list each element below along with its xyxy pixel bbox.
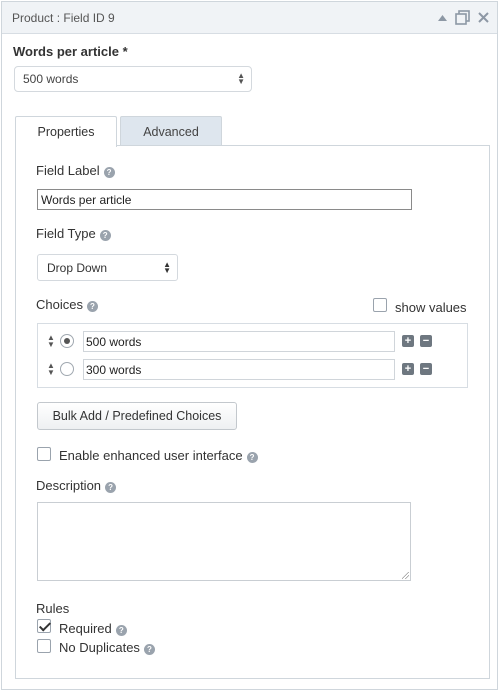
- no-duplicates-checkbox[interactable]: [37, 639, 51, 653]
- field-label-input[interactable]: Words per article: [37, 189, 412, 210]
- help-icon[interactable]: ?: [143, 644, 155, 655]
- resize-handle-icon[interactable]: [402, 572, 409, 579]
- bulk-add-button[interactable]: Bulk Add / Predefined Choices: [37, 402, 237, 430]
- field-label-text: Field Label: [36, 163, 100, 178]
- no-duplicates-heading: No Duplicates?: [59, 640, 155, 655]
- show-values-label: show values: [395, 300, 467, 315]
- panel-title: Product : Field ID 9: [12, 11, 115, 25]
- help-icon[interactable]: ?: [99, 230, 111, 241]
- tab-properties[interactable]: Properties: [15, 116, 117, 147]
- enhanced-ui-heading: Enable enhanced user interface?: [59, 448, 258, 463]
- default-choice-radio[interactable]: [60, 362, 74, 376]
- delete-icon[interactable]: [478, 12, 489, 23]
- help-icon[interactable]: ?: [103, 167, 115, 178]
- description-text: Description: [36, 478, 102, 493]
- choice-text: 500 words: [86, 335, 142, 349]
- select-arrows-icon: ▲ ▼: [163, 260, 171, 275]
- rules-heading: Rules: [36, 601, 70, 616]
- description-heading: Description?: [36, 478, 117, 493]
- duplicate-icon[interactable]: [455, 10, 470, 25]
- field-type-heading: Field Type?: [36, 226, 111, 241]
- choice-text: 300 words: [86, 363, 142, 377]
- field-settings-panel: Product : Field ID 9 Words per article *…: [1, 1, 498, 690]
- remove-choice-icon[interactable]: −: [420, 363, 432, 375]
- field-type-select[interactable]: Drop Down ▲ ▼: [37, 254, 178, 281]
- choices-text: Choices: [36, 297, 83, 312]
- drag-handle-icon[interactable]: ▲ ▼: [47, 362, 55, 377]
- choice-row: ▲ ▼ 300 words + −: [38, 359, 467, 381]
- tab-advanced[interactable]: Advanced: [120, 116, 222, 146]
- add-choice-icon[interactable]: +: [402, 335, 414, 347]
- help-icon[interactable]: ?: [246, 452, 258, 463]
- field-type-value: Drop Down: [47, 261, 108, 275]
- choices-list: ▲ ▼ 500 words + − ▲ ▼ 300 words + −: [37, 323, 468, 388]
- choice-row: ▲ ▼ 500 words + −: [38, 331, 467, 353]
- choice-text-input[interactable]: 300 words: [83, 359, 395, 380]
- add-choice-icon[interactable]: +: [402, 363, 414, 375]
- help-icon[interactable]: ?: [105, 482, 117, 493]
- required-checkbox[interactable]: [37, 619, 51, 633]
- show-values-checkbox[interactable]: [373, 298, 387, 312]
- enhanced-ui-checkbox[interactable]: [37, 447, 51, 461]
- remove-choice-icon[interactable]: −: [420, 335, 432, 347]
- required-label: Required: [59, 621, 112, 636]
- no-duplicates-label: No Duplicates: [59, 640, 140, 655]
- preview-selected-value: 500 words: [23, 72, 79, 86]
- help-icon[interactable]: ?: [86, 301, 98, 312]
- help-icon[interactable]: ?: [115, 625, 127, 636]
- properties-panel: Field Label? Words per article Field Typ…: [15, 145, 490, 679]
- preview-dropdown[interactable]: 500 words ▲ ▼: [14, 66, 252, 92]
- enhanced-ui-label: Enable enhanced user interface: [59, 448, 243, 463]
- titlebar-actions: [438, 10, 489, 25]
- field-label-heading: Field Label?: [36, 163, 115, 178]
- choices-heading: Choices?: [36, 297, 98, 312]
- select-arrows-icon: ▲ ▼: [237, 71, 245, 86]
- default-choice-radio[interactable]: [60, 334, 74, 348]
- collapse-icon[interactable]: [438, 14, 447, 21]
- choice-text-input[interactable]: 500 words: [83, 331, 395, 352]
- field-label-value: Words per article: [41, 193, 132, 207]
- preview-field-label: Words per article *: [13, 44, 128, 59]
- field-type-text: Field Type: [36, 226, 96, 241]
- description-textarea[interactable]: [37, 502, 411, 581]
- drag-handle-icon[interactable]: ▲ ▼: [47, 334, 55, 349]
- required-heading: Required?: [59, 621, 127, 636]
- panel-titlebar: Product : Field ID 9: [2, 2, 497, 34]
